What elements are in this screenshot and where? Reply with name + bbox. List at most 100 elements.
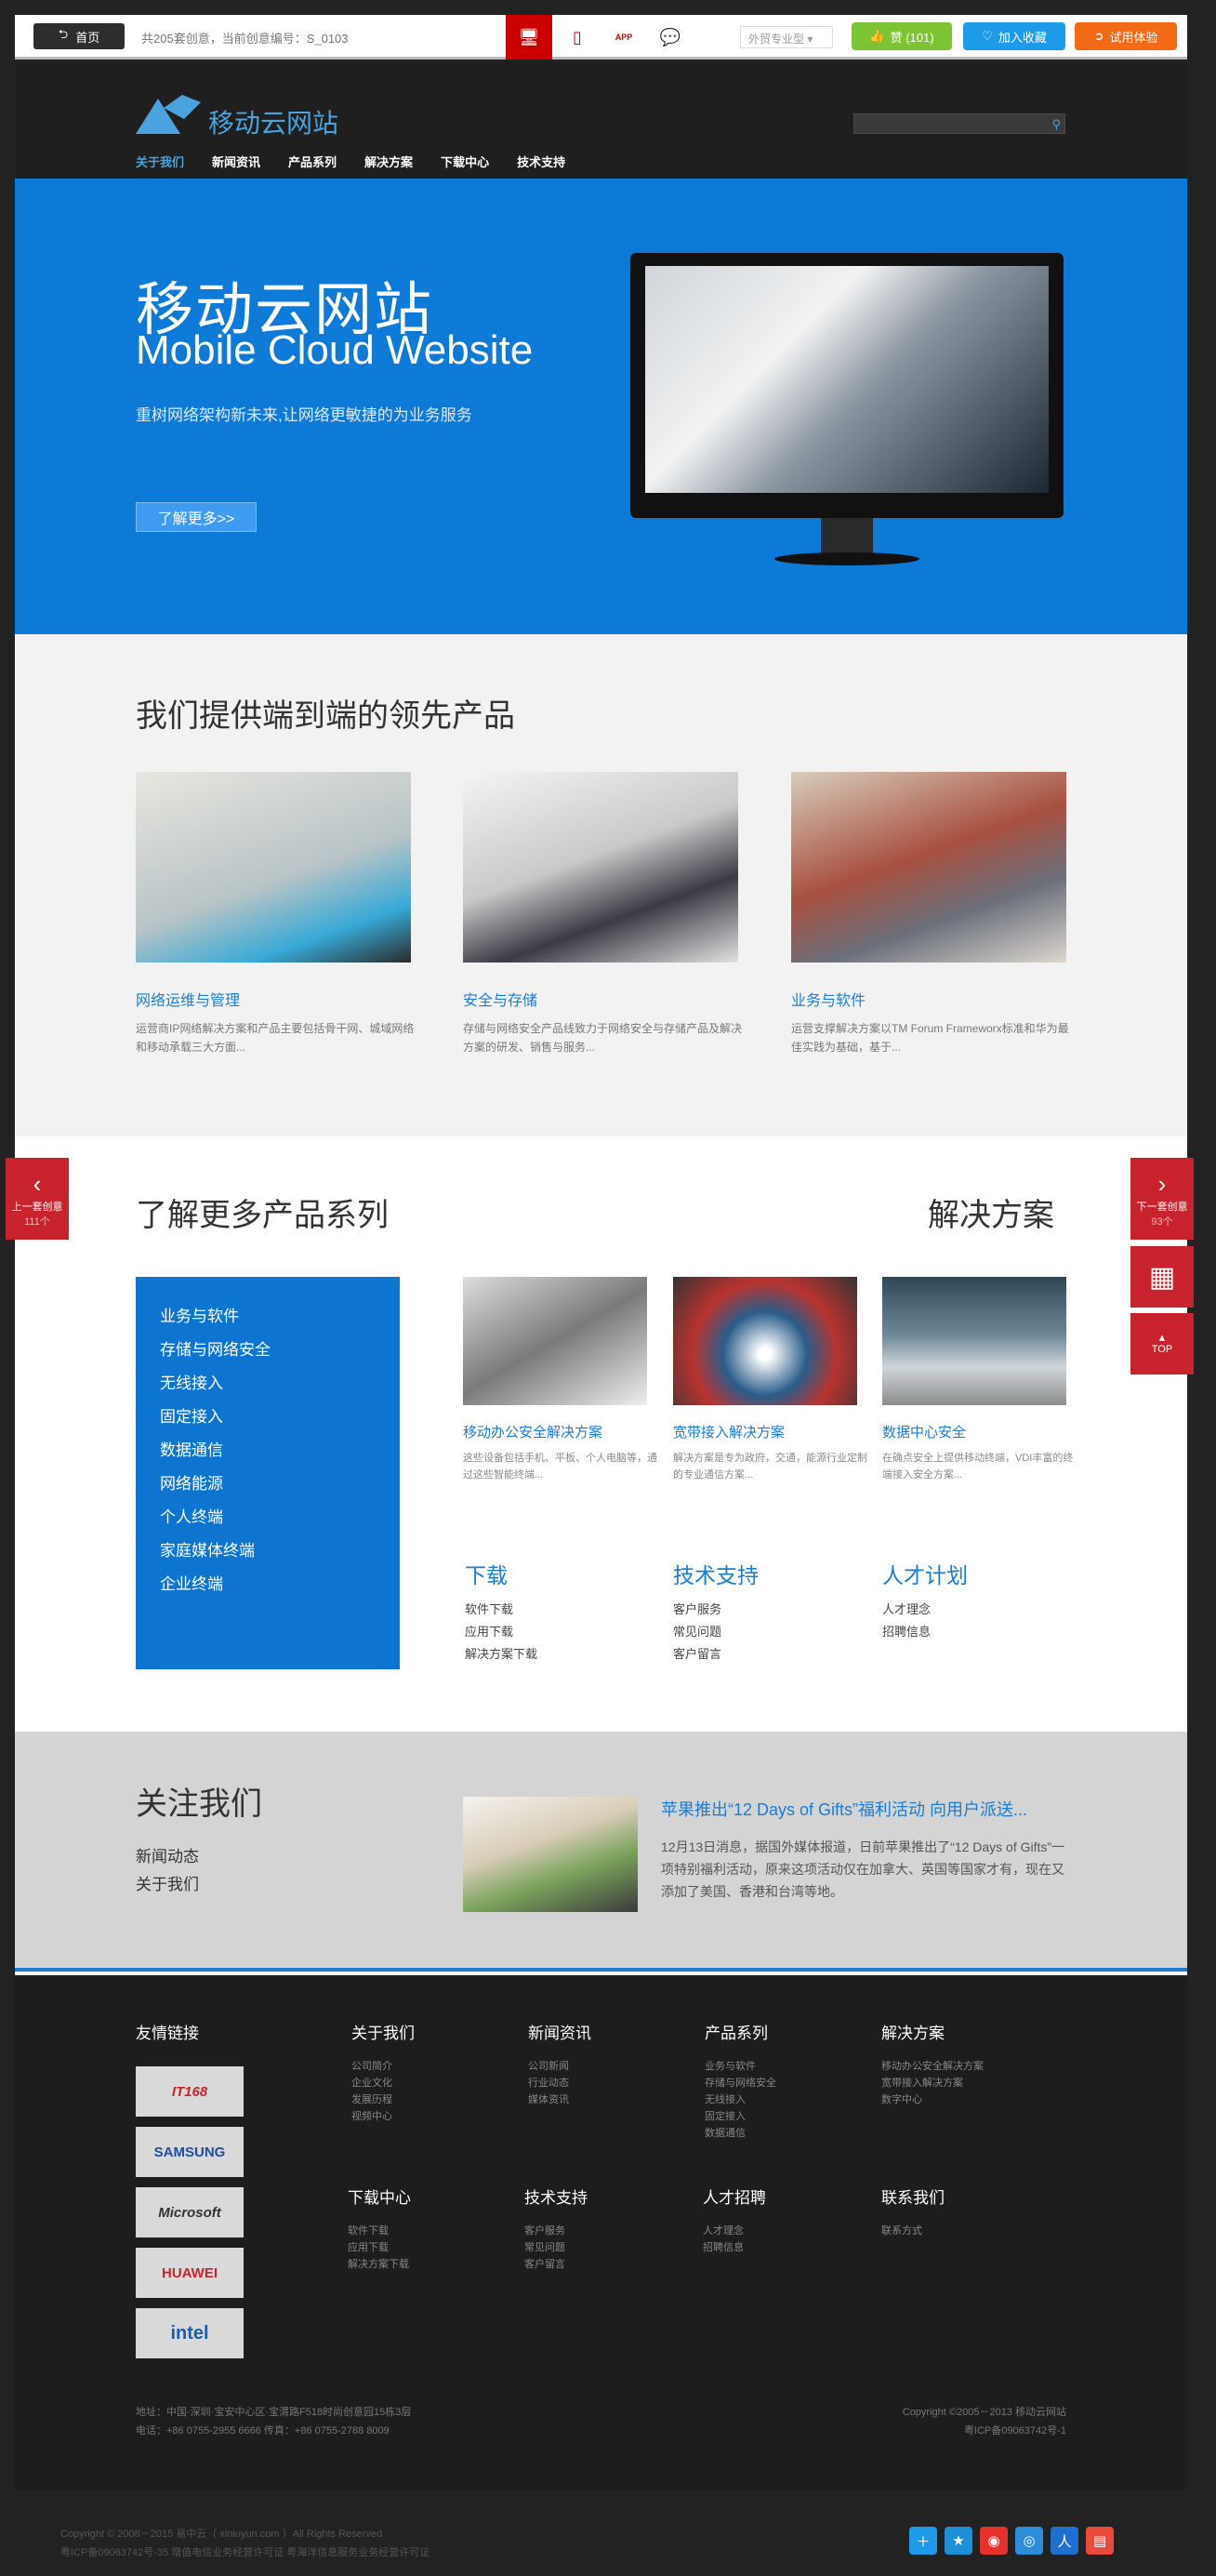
- product-title[interactable]: 网络运维与管理: [136, 988, 240, 1010]
- monitor-image: [630, 253, 1064, 565]
- preview-toolbar: ⮌ 首页 共205套创意，当前创意编号：S_0103 🖥 ▯ APP 💬 外贸专…: [15, 15, 1187, 60]
- hero-banner: 移动云网站 Mobile Cloud Website 重树网络架构新未来,让网络…: [15, 179, 1187, 634]
- follow-item[interactable]: 关于我们: [136, 1871, 199, 1899]
- desktop-icon[interactable]: 🖥: [506, 15, 552, 60]
- back-to-top-button[interactable]: ▲ TOP: [1130, 1313, 1194, 1374]
- category-item[interactable]: 家庭媒体终端: [160, 1537, 376, 1571]
- solution-title[interactable]: 数据中心安全: [882, 1422, 966, 1441]
- news-title[interactable]: 苹果推出“12 Days of Gifts”福利活动 向用户派送...: [661, 1797, 1027, 1821]
- chevron-right-icon: ›: [1157, 1169, 1167, 1198]
- search-input[interactable]: ⚲: [853, 113, 1065, 134]
- nav-item[interactable]: 下载中心: [441, 153, 489, 170]
- grid-icon[interactable]: ▦: [1130, 1246, 1194, 1308]
- footer-col: 联系我们 联系方式: [881, 2189, 945, 2237]
- product-image[interactable]: [791, 772, 1066, 963]
- share-plus-icon[interactable]: ＋: [909, 2527, 937, 2555]
- footer-copyright: Copyright ©2005－2013 移动云网站: [902, 2407, 1066, 2418]
- weibo-icon[interactable]: ◉: [980, 2527, 1008, 2555]
- logo-icon: [136, 95, 201, 134]
- link-item[interactable]: 解决方案下载: [465, 1643, 537, 1666]
- products-heading: 我们提供端到端的领先产品: [136, 698, 515, 734]
- site-header: 移动云网站 关于我们 新闻资讯 产品系列 解决方案 下载中心 技术支持 ⚲: [15, 62, 1187, 179]
- solution-title[interactable]: 宽带接入解决方案: [673, 1422, 785, 1441]
- product-title[interactable]: 安全与存储: [463, 988, 537, 1010]
- news-image[interactable]: [463, 1797, 638, 1912]
- partner-logo[interactable]: IT168: [136, 2066, 244, 2117]
- footer-col: 技术支持 客户服务 常见问题 客户留言: [524, 2189, 588, 2270]
- tencent-icon[interactable]: ◎: [1015, 2527, 1043, 2555]
- category-item[interactable]: 存储与网络安全: [160, 1336, 376, 1370]
- prev-creative-button[interactable]: ‹ 上一套创意 111个: [6, 1158, 69, 1240]
- footer-icp: 粤ICP备09063742号-1: [963, 2425, 1066, 2437]
- link-item[interactable]: 应用下载: [465, 1621, 537, 1643]
- nav-item[interactable]: 关于我们: [136, 153, 184, 170]
- link-item[interactable]: 招聘信息: [882, 1621, 931, 1643]
- favorite-button[interactable]: ♡ 加入收藏: [963, 22, 1065, 50]
- product-image[interactable]: [463, 772, 738, 963]
- category-item[interactable]: 无线接入: [160, 1370, 376, 1403]
- category-item[interactable]: 数据通信: [160, 1437, 376, 1470]
- learn-more-button[interactable]: 了解更多>>: [136, 502, 257, 532]
- solution-image[interactable]: [673, 1277, 857, 1405]
- talent-heading[interactable]: 人才计划: [882, 1558, 968, 1589]
- search-icon[interactable]: ⚲: [1051, 117, 1061, 132]
- link-item[interactable]: 软件下载: [465, 1599, 537, 1621]
- solution-desc: 这些设备包括手机、平板、个人电脑等，通过这些智能终端...: [463, 1453, 657, 1481]
- download-heading[interactable]: 下载: [465, 1558, 508, 1589]
- trial-button[interactable]: ➲ 试用体验: [1075, 22, 1177, 50]
- partner-logo[interactable]: intel: [136, 2308, 244, 2358]
- heart-icon: ♡: [982, 29, 993, 43]
- category-item[interactable]: 固定接入: [160, 1403, 376, 1437]
- bottom-icp: 粤ICP备09063742号-35 增值电信业务经营许可证 粤海洋信息服务业务经…: [60, 2547, 430, 2558]
- main-nav: 关于我们 新闻资讯 产品系列 解决方案 下载中心 技术支持: [136, 153, 565, 170]
- qzone-icon[interactable]: ★: [945, 2527, 972, 2555]
- category-list: 业务与软件 存储与网络安全 无线接入 固定接入 数据通信 网络能源 个人终端 家…: [136, 1277, 400, 1669]
- link-item[interactable]: 客户服务: [673, 1599, 721, 1621]
- page-bottom-bar: Copyright © 2008－2015 易中云（ xiniuyun.com …: [0, 2506, 1216, 2576]
- solution-image[interactable]: [882, 1277, 1066, 1405]
- arrow-circle-icon: ➲: [1093, 29, 1104, 43]
- arrow-up-icon: ▲: [1157, 1333, 1168, 1344]
- product-desc: 运营商IP网络解决方案和产品主要包括骨干网、城域网络和移动承载三大方面...: [136, 1022, 415, 1054]
- nav-item[interactable]: 新闻资讯: [212, 153, 260, 170]
- wechat-icon[interactable]: 💬: [647, 15, 694, 60]
- app-icon[interactable]: APP: [601, 15, 647, 60]
- nav-item[interactable]: 技术支持: [517, 153, 565, 170]
- product-title[interactable]: 业务与软件: [791, 988, 866, 1010]
- like-button[interactable]: 👍 赞 (101): [852, 22, 952, 50]
- category-item[interactable]: 业务与软件: [160, 1303, 376, 1336]
- douban-icon[interactable]: ▤: [1086, 2527, 1114, 2555]
- category-item[interactable]: 网络能源: [160, 1470, 376, 1504]
- nav-item[interactable]: 解决方案: [364, 153, 413, 170]
- friend-links-heading: 友情链接: [136, 2025, 199, 2042]
- nav-item[interactable]: 产品系列: [288, 153, 337, 170]
- footer-col: 下载中心 软件下载 应用下载 解决方案下载: [348, 2189, 411, 2270]
- products-section: 我们提供端到端的领先产品 网络运维与管理 安全与存储 业务与软件 运营商IP网络…: [15, 634, 1187, 1136]
- link-item[interactable]: 人才理念: [882, 1599, 931, 1621]
- creative-count: 共205套创意，当前创意编号：S_0103: [141, 32, 349, 46]
- link-item[interactable]: 客户留言: [673, 1643, 721, 1666]
- product-image[interactable]: [136, 772, 411, 963]
- site-footer: 友情链接 IT168 SAMSUNG Microsoft HUAWEI inte…: [15, 1975, 1187, 2490]
- next-creative-button[interactable]: › 下一套创意 93个: [1130, 1158, 1194, 1240]
- partner-logo[interactable]: SAMSUNG: [136, 2127, 244, 2177]
- series-heading: 了解更多产品系列: [136, 1198, 389, 1233]
- footer-col: 人才招聘 人才理念 招聘信息: [703, 2189, 766, 2253]
- link-item[interactable]: 常见问题: [673, 1621, 721, 1643]
- partner-logo[interactable]: Microsoft: [136, 2187, 244, 2237]
- renren-icon[interactable]: 人: [1051, 2527, 1078, 2555]
- category-item[interactable]: 企业终端: [160, 1571, 376, 1604]
- solution-title[interactable]: 移动办公安全解决方案: [463, 1422, 602, 1441]
- type-select[interactable]: 外贸专业型 ▾: [740, 26, 833, 48]
- product-desc: 运营支撑解决方案以TM Forum Frameworx标准和华为最佳实践为基础，…: [791, 1022, 1069, 1054]
- home-button[interactable]: ⮌ 首页: [33, 23, 125, 49]
- footer-col: 产品系列 业务与软件 存储与网络安全 无线接入 固定接入 数据通信: [705, 2025, 776, 2139]
- follow-item[interactable]: 新闻动态: [136, 1843, 199, 1871]
- category-item[interactable]: 个人终端: [160, 1504, 376, 1537]
- follow-heading: 关注我们: [136, 1786, 262, 1822]
- partner-logo[interactable]: HUAWEI: [136, 2248, 244, 2298]
- mobile-icon[interactable]: ▯: [554, 15, 601, 60]
- support-heading[interactable]: 技术支持: [673, 1558, 759, 1589]
- solution-image[interactable]: [463, 1277, 647, 1405]
- banner-subtitle: Mobile Cloud Website: [136, 327, 534, 373]
